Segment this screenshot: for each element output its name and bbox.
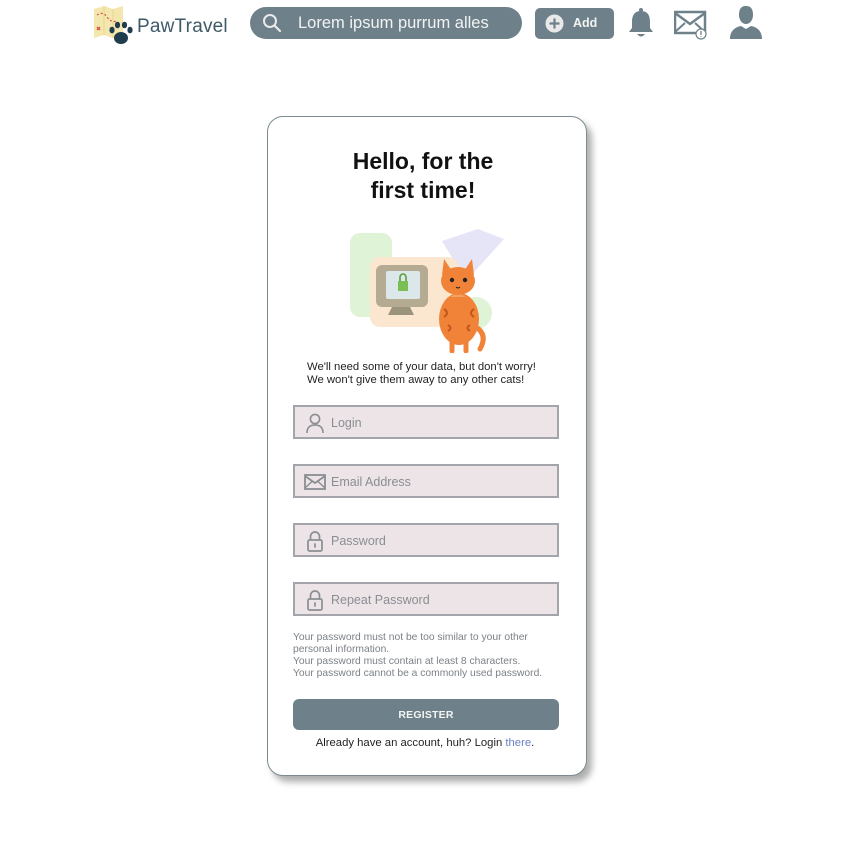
map-paw-logo-icon bbox=[92, 5, 136, 47]
password-hint: personal information. bbox=[293, 644, 390, 655]
login-prompt-suffix: . bbox=[531, 737, 535, 749]
repeat-password-field[interactable] bbox=[293, 582, 559, 616]
lock-icon bbox=[304, 589, 326, 611]
add-button[interactable]: Add bbox=[535, 8, 614, 39]
intro-line-1: We'll need some of your data, but don't … bbox=[307, 361, 536, 373]
login-input[interactable] bbox=[331, 413, 551, 433]
plus-circle-icon bbox=[544, 13, 565, 34]
password-input[interactable] bbox=[331, 531, 551, 551]
login-link[interactable]: there bbox=[505, 737, 531, 749]
password-hint: Your password must contain at least 8 ch… bbox=[293, 656, 521, 667]
user-icon bbox=[304, 412, 326, 434]
search-input[interactable]: Lorem ipsum purrum alles bbox=[298, 14, 489, 33]
add-button-label: Add bbox=[573, 16, 598, 30]
password-hint: Your password must not be too similar to… bbox=[293, 632, 528, 643]
brand-logo[interactable]: PawTravel bbox=[92, 5, 232, 47]
password-field[interactable] bbox=[293, 523, 559, 557]
intro-line-2: We won't give them away to any other cat… bbox=[307, 374, 525, 386]
password-hint: Your password cannot be a commonly used … bbox=[293, 668, 543, 679]
page-title: Hello, for the first time! bbox=[268, 147, 578, 205]
title-line-1: Hello, for the bbox=[352, 148, 494, 174]
envelope-icon bbox=[304, 471, 326, 493]
email-field[interactable] bbox=[293, 464, 559, 498]
login-field[interactable] bbox=[293, 405, 559, 439]
repeat-password-input[interactable] bbox=[331, 590, 551, 610]
mail-alert-icon[interactable] bbox=[673, 10, 708, 40]
login-prompt-text: Already have an account, huh? Login bbox=[315, 737, 506, 749]
password-hints: Your password must not be too similar to… bbox=[293, 632, 568, 680]
cat-computer-illustration bbox=[348, 227, 508, 354]
lock-icon bbox=[304, 530, 326, 552]
user-icon[interactable] bbox=[729, 5, 763, 39]
intro-text: We'll need some of your data, but don't … bbox=[307, 361, 567, 387]
register-card: Hello, for the first time! We'll need so… bbox=[267, 116, 587, 776]
login-prompt: Already have an account, huh? Login ther… bbox=[268, 737, 582, 749]
brand-name: PawTravel bbox=[137, 16, 228, 37]
title-line-2: first time! bbox=[370, 177, 476, 203]
email-input[interactable] bbox=[331, 472, 551, 492]
register-button[interactable]: REGISTER bbox=[293, 699, 559, 730]
search-icon bbox=[262, 13, 282, 33]
bell-icon[interactable] bbox=[627, 7, 655, 39]
search-bar[interactable]: Lorem ipsum purrum alles bbox=[250, 7, 522, 39]
